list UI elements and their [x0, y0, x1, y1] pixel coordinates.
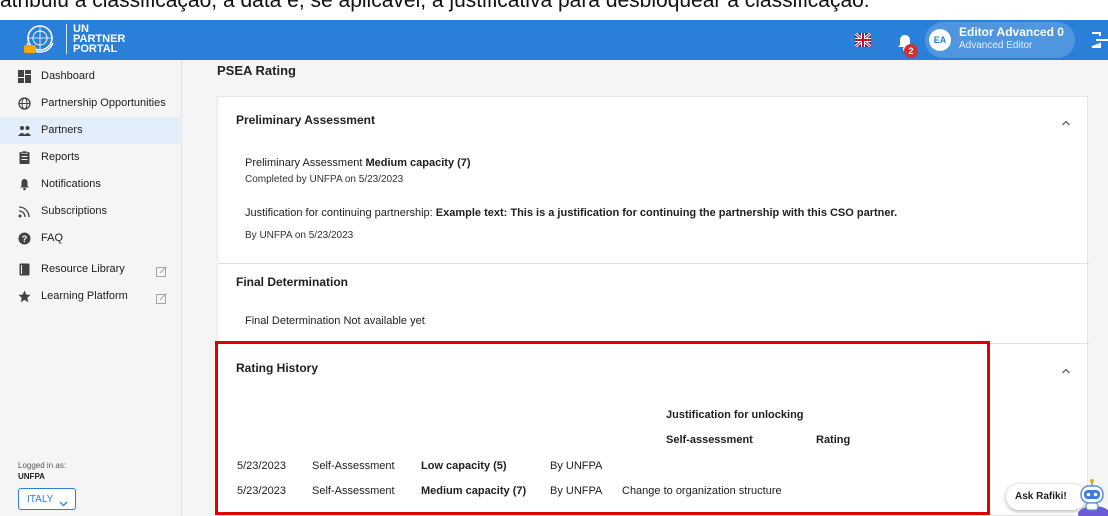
- logout-icon[interactable]: [1090, 30, 1108, 50]
- section-title: Rating History: [236, 361, 319, 375]
- avatar: EA: [929, 29, 951, 51]
- column-header-self-assessment: Self-assessment: [666, 434, 753, 446]
- row-by: By UNFPA: [550, 460, 603, 472]
- justification-label: Justification for continuing partnership…: [245, 207, 433, 219]
- sidebar-item-label: Learning Platform: [41, 290, 128, 302]
- logged-in-label: Logged in as:: [18, 461, 67, 470]
- preliminary-assessment-header[interactable]: Preliminary Assessment: [218, 97, 1089, 141]
- sidebar-item-label: Reports: [41, 151, 80, 163]
- caption-fragment: atribuiu a classificação, a data e, se a…: [0, 0, 1108, 20]
- sidebar-item-resource-library[interactable]: Resource Library: [0, 256, 182, 283]
- ask-rafiki-label: Ask Rafiki!: [1015, 491, 1067, 502]
- bell-icon: [18, 178, 31, 191]
- section-title: Preliminary Assessment: [236, 113, 375, 127]
- preliminary-value: Medium capacity (7): [365, 157, 471, 169]
- chevron-down-icon: [59, 495, 68, 507]
- page-title: PSEA Rating: [217, 63, 296, 78]
- ask-rafiki-button[interactable]: Ask Rafiki!: [1006, 478, 1108, 516]
- row-by: By UNFPA: [550, 485, 603, 497]
- sidebar-item-dashboard[interactable]: Dashboard: [0, 63, 182, 90]
- completed-by: Completed by UNFPA on 5/23/2023: [245, 174, 404, 185]
- user-role: Advanced Editor: [959, 40, 1033, 51]
- row-type: Self-Assessment: [312, 485, 395, 497]
- sidebar-item-label: Partners: [41, 124, 83, 136]
- sidebar-item-label: Notifications: [41, 178, 101, 190]
- row-date: 5/23/2023: [237, 485, 286, 497]
- caption-text: atribuiu a classificação, a data e, se a…: [0, 0, 870, 12]
- sidebar-item-partnership-opportunities[interactable]: Partnership Opportunities: [0, 90, 182, 117]
- external-link-icon: [156, 291, 167, 304]
- sidebar: Dashboard Partnership Opportunities Part…: [0, 60, 182, 516]
- final-determination-line: Final Determination Not available yet: [245, 315, 425, 327]
- sidebar-item-subscriptions[interactable]: Subscriptions: [0, 198, 182, 225]
- final-label: Final Determination: [245, 315, 341, 327]
- sidebar-item-faq[interactable]: ? FAQ: [0, 225, 182, 252]
- sidebar-item-reports[interactable]: Reports: [0, 144, 182, 171]
- logged-in-org: UNFPA: [18, 472, 45, 481]
- sidebar-item-label: FAQ: [41, 232, 64, 244]
- preliminary-label: Preliminary Assessment: [245, 157, 363, 169]
- justification-by: By UNFPA on 5/23/2023: [245, 230, 354, 241]
- star-icon: [18, 290, 31, 303]
- rating-history-header[interactable]: Rating History: [218, 344, 1089, 388]
- psea-rating-card: Preliminary Assessment Preliminary Asses…: [217, 96, 1089, 516]
- notification-count-badge: 2: [904, 44, 918, 58]
- app-bar: UN PARTNER PORTAL 2 EA Editor Advanced 0…: [0, 20, 1108, 60]
- justification-text: Example text: This is a justification fo…: [435, 207, 898, 219]
- country-value: ITALY: [27, 494, 54, 505]
- final-value: Not available yet: [343, 315, 425, 327]
- help-icon: ?: [18, 232, 31, 245]
- globe-icon: [18, 97, 31, 110]
- sidebar-item-label: Dashboard: [41, 70, 95, 82]
- ask-rafiki-pill: Ask Rafiki!: [1006, 484, 1086, 510]
- column-header-justification: Justification for unlocking: [666, 409, 804, 421]
- book-icon: [18, 263, 31, 276]
- main-content: PSEA Rating Preliminary Assessment Preli…: [182, 60, 1108, 516]
- row-justification: Change to organization structure: [622, 485, 782, 497]
- row-date: 5/23/2023: [237, 460, 286, 472]
- un-emblem-icon: [22, 23, 58, 55]
- chevron-up-icon[interactable]: [1061, 115, 1071, 126]
- robot-assistant-icon: [1076, 478, 1108, 516]
- sidebar-item-label: Resource Library: [41, 263, 125, 275]
- report-icon: [18, 150, 31, 164]
- people-icon: [18, 124, 31, 137]
- sidebar-item-learning-platform[interactable]: Learning Platform: [0, 283, 182, 310]
- svg-text:?: ?: [22, 234, 28, 244]
- un-partner-portal-logo[interactable]: UN PARTNER PORTAL: [22, 23, 125, 55]
- sidebar-item-label: Partnership Opportunities: [41, 97, 166, 109]
- rss-icon: [18, 205, 31, 218]
- logo-line-3: PORTAL: [73, 43, 118, 55]
- dashboard-icon: [18, 70, 31, 83]
- preliminary-assessment-line: Preliminary Assessment Medium capacity (…: [245, 157, 471, 169]
- chevron-up-icon[interactable]: [1061, 363, 1071, 374]
- row-type: Self-Assessment: [312, 460, 395, 472]
- row-rating: Low capacity (5): [421, 460, 507, 472]
- sidebar-item-label: Subscriptions: [41, 205, 108, 217]
- sidebar-item-partners[interactable]: Partners: [0, 117, 182, 144]
- row-rating: Medium capacity (7): [421, 485, 527, 497]
- country-select[interactable]: ITALY: [18, 488, 76, 510]
- column-header-rating: Rating: [816, 434, 851, 446]
- uk-flag-icon[interactable]: [854, 31, 872, 49]
- user-name: Editor Advanced 0: [959, 25, 1064, 39]
- external-link-icon: [156, 264, 167, 277]
- justification-line: Justification for continuing partnership…: [245, 207, 897, 219]
- logo-text: UN PARTNER PORTAL: [66, 24, 125, 55]
- section-title: Final Determination: [236, 275, 349, 289]
- user-menu[interactable]: EA Editor Advanced 0 Advanced Editor: [925, 22, 1075, 58]
- sidebar-item-notifications[interactable]: Notifications: [0, 171, 182, 198]
- final-determination-header: Final Determination: [218, 264, 1089, 308]
